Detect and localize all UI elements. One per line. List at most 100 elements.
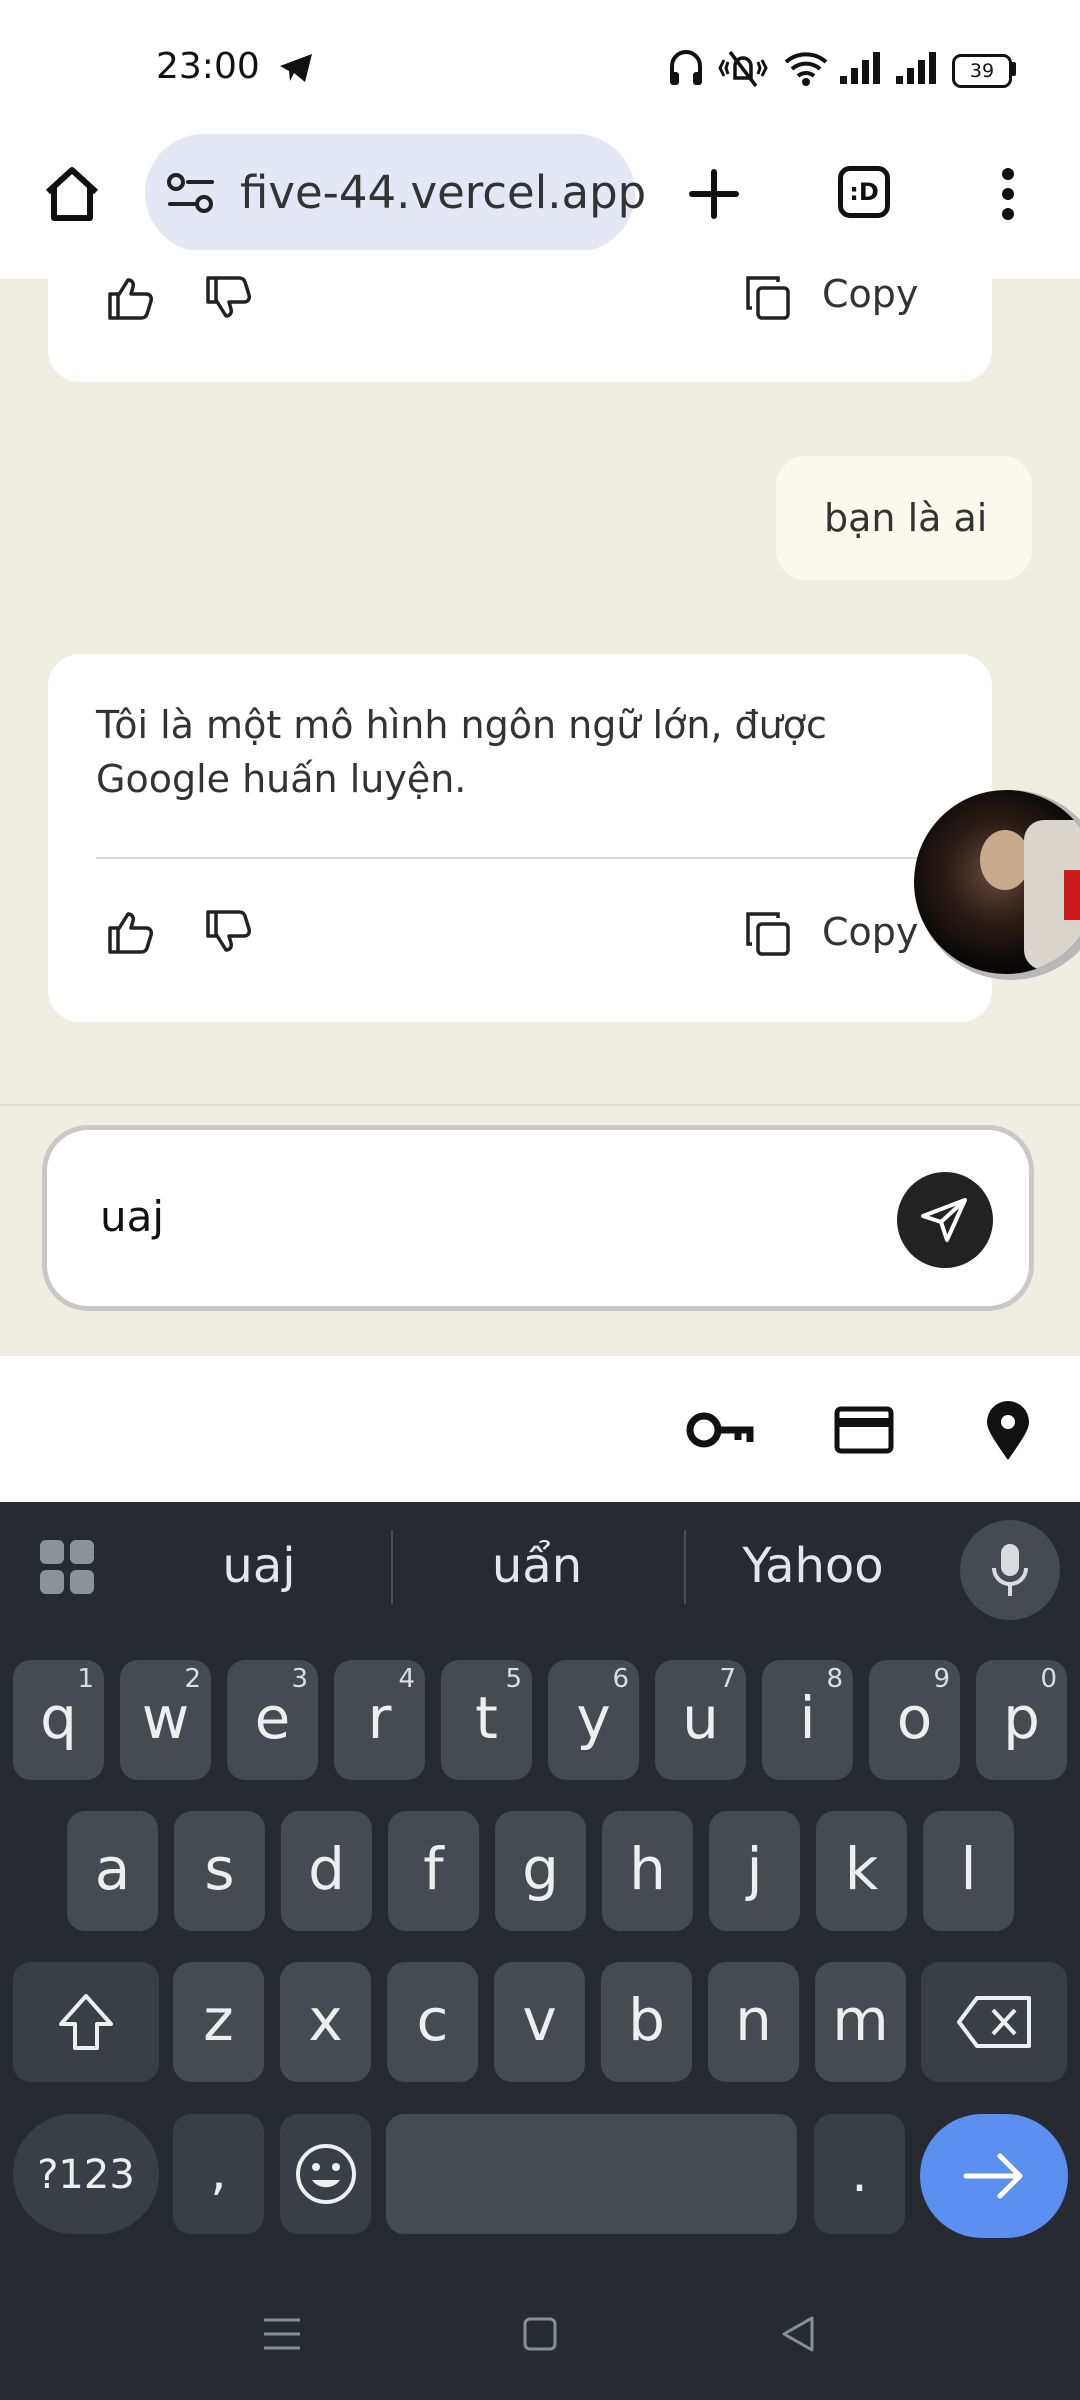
- key-n[interactable]: n: [708, 1962, 799, 2082]
- assistant-message-text: Tôi là một mô hình ngôn ngữ lớn, được Go…: [96, 703, 827, 801]
- key-y[interactable]: 6y: [548, 1660, 639, 1780]
- key-label: p: [1003, 1684, 1040, 1752]
- recents-nav-icon[interactable]: [262, 2316, 302, 2352]
- key-label: d: [308, 1835, 345, 1903]
- key-u[interactable]: 7u: [655, 1660, 746, 1780]
- payment-card-icon[interactable]: [834, 1406, 894, 1454]
- thumbs-up-icon[interactable]: [106, 910, 154, 954]
- key-icon[interactable]: [686, 1408, 754, 1452]
- telegram-icon: [280, 54, 312, 82]
- key-p[interactable]: 0p: [976, 1660, 1067, 1780]
- send-icon: [921, 1198, 967, 1242]
- voice-input-button[interactable]: [960, 1520, 1060, 1620]
- space-key[interactable]: [386, 2114, 797, 2234]
- key-d[interactable]: d: [281, 1811, 372, 1931]
- key-label: f: [423, 1835, 444, 1903]
- arrow-right-icon: [963, 2153, 1023, 2199]
- microphone-icon: [992, 1544, 1028, 1596]
- suggestion-2[interactable]: uẩn: [402, 1538, 672, 1594]
- key-v[interactable]: v: [494, 1962, 585, 2082]
- key-o[interactable]: 9o: [869, 1660, 960, 1780]
- suggestion-1[interactable]: uaj: [124, 1538, 394, 1594]
- key-e[interactable]: 3e: [227, 1660, 318, 1780]
- tab-switcher-button[interactable]: :D: [838, 166, 890, 218]
- key-x[interactable]: x: [280, 1962, 371, 2082]
- key-label: y: [576, 1684, 611, 1752]
- comma-key-label: ,: [210, 2142, 227, 2202]
- key-g[interactable]: g: [495, 1811, 586, 1931]
- send-button[interactable]: [897, 1172, 993, 1268]
- key-label: j: [746, 1835, 763, 1903]
- autofill-bar: [0, 1356, 1080, 1502]
- copy-icon[interactable]: [744, 274, 792, 322]
- key-s[interactable]: s: [174, 1811, 265, 1931]
- key-r[interactable]: 4r: [334, 1660, 425, 1780]
- thumbs-down-icon[interactable]: [204, 276, 252, 320]
- key-label: h: [629, 1835, 666, 1903]
- location-pin-icon[interactable]: [984, 1400, 1032, 1462]
- battery-icon: 39: [952, 54, 1012, 88]
- emoji-icon: [296, 2144, 356, 2204]
- battery-tip: [1011, 62, 1016, 76]
- key-f[interactable]: f: [388, 1811, 479, 1931]
- key-q[interactable]: 1q: [13, 1660, 104, 1780]
- thumbs-up-icon[interactable]: [106, 276, 154, 320]
- message-divider: [96, 857, 956, 859]
- key-label: g: [522, 1835, 559, 1903]
- site-settings-icon[interactable]: [166, 170, 216, 216]
- symbols-key-label: ?123: [37, 2152, 135, 2198]
- copy-button-label[interactable]: Copy: [822, 910, 918, 954]
- enter-key[interactable]: [920, 2114, 1068, 2238]
- key-label: s: [204, 1835, 235, 1903]
- status-time: 23:00: [156, 46, 260, 87]
- comma-key[interactable]: ,: [173, 2114, 264, 2234]
- key-i[interactable]: 8i: [762, 1660, 853, 1780]
- key-label: l: [960, 1835, 977, 1903]
- key-label: u: [682, 1684, 719, 1752]
- thumbs-down-icon[interactable]: [204, 910, 252, 954]
- key-label: v: [522, 1986, 557, 2054]
- key-label: o: [896, 1684, 933, 1752]
- emoji-key[interactable]: [280, 2114, 371, 2234]
- tab-count-label: :D: [849, 178, 879, 206]
- key-j[interactable]: j: [709, 1811, 800, 1931]
- key-label: n: [735, 1986, 772, 2054]
- message-input[interactable]: [100, 1192, 880, 1241]
- key-label: m: [832, 1986, 889, 2054]
- key-h[interactable]: h: [602, 1811, 693, 1931]
- key-b[interactable]: b: [601, 1962, 692, 2082]
- key-a[interactable]: a: [67, 1811, 158, 1931]
- key-label: t: [475, 1684, 498, 1752]
- signal-2-icon: [896, 52, 936, 84]
- keyboard-apps-icon[interactable]: [38, 1538, 96, 1596]
- key-w[interactable]: 2w: [120, 1660, 211, 1780]
- backspace-key[interactable]: [921, 1962, 1067, 2082]
- wifi-icon: [784, 52, 828, 86]
- copy-button-label[interactable]: Copy: [822, 272, 918, 316]
- url-text[interactable]: five-44.vercel.app: [240, 166, 646, 219]
- key-z[interactable]: z: [173, 1962, 264, 2082]
- period-key[interactable]: .: [814, 2114, 905, 2234]
- key-t[interactable]: 5t: [441, 1660, 532, 1780]
- more-menu-icon[interactable]: [996, 166, 1020, 222]
- suggestion-3[interactable]: Yahoo: [678, 1538, 948, 1594]
- period-key-label: .: [851, 2144, 868, 2204]
- key-label: z: [203, 1986, 234, 2054]
- shift-key[interactable]: [13, 1962, 159, 2082]
- vibrate-off-icon: [718, 50, 768, 88]
- copy-icon[interactable]: [744, 910, 792, 958]
- home-icon[interactable]: [42, 164, 102, 222]
- key-l[interactable]: l: [923, 1811, 1014, 1931]
- key-c[interactable]: c: [387, 1962, 478, 2082]
- key-k[interactable]: k: [816, 1811, 907, 1931]
- new-tab-icon[interactable]: [688, 168, 740, 220]
- home-nav-icon[interactable]: [522, 2316, 558, 2352]
- battery-level: 39: [969, 60, 995, 82]
- key-m[interactable]: m: [815, 1962, 906, 2082]
- user-message-text: bạn là ai: [824, 496, 988, 540]
- suggestion-divider: [391, 1530, 393, 1604]
- back-nav-icon[interactable]: [780, 2314, 816, 2354]
- signal-1-icon: [840, 52, 880, 84]
- previous-message-card: [48, 250, 992, 382]
- symbols-key[interactable]: ?123: [13, 2114, 159, 2234]
